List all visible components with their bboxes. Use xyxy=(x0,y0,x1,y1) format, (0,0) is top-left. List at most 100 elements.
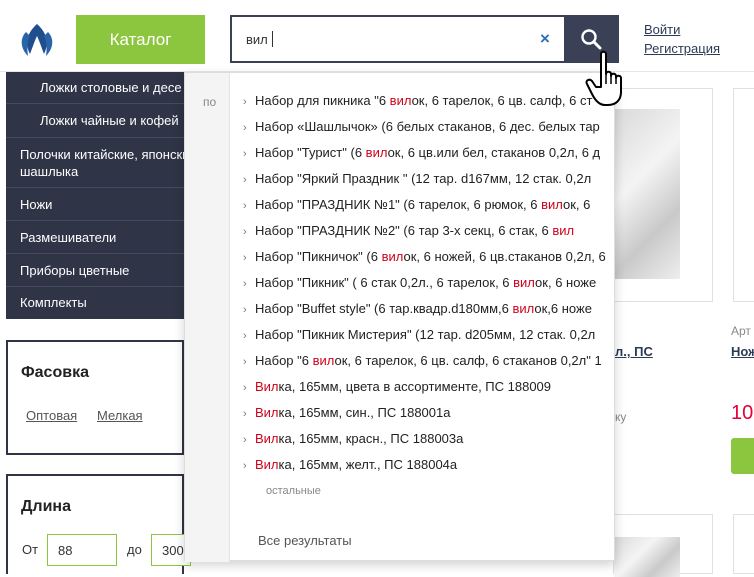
suggestion-item[interactable]: › Вилка, 165мм, син., ПС 188001а xyxy=(243,405,615,427)
suggestion-match-highlight: Вил xyxy=(255,431,279,446)
suggestion-match-highlight: Вил xyxy=(255,457,279,472)
suggestion-item[interactable]: › Набор "Турист" (6 вилок, 6 цв.или бел, … xyxy=(243,145,615,167)
chevron-right-icon: › xyxy=(243,226,247,238)
filter-packing-title: Фасовка xyxy=(21,364,89,381)
suggestion-item[interactable]: › Вилка, 165мм, желт., ПС 188004а xyxy=(243,457,615,479)
suggestion-item[interactable]: › Набор "Пикник Мистерия" (12 тар. d205мм… xyxy=(243,327,615,349)
suggestion-match-highlight: вил xyxy=(541,197,564,212)
suggestion-item[interactable]: › Набор "Buffet style" (6 тар.квадр.d180м… xyxy=(243,301,615,323)
suggestion-text: ка, 165мм, цвета в ассортименте, ПС 1880… xyxy=(278,379,552,394)
suggestion-text: Набор "6 xyxy=(255,353,313,368)
menu-item-stirrers[interactable]: Размешиватели xyxy=(6,221,184,254)
all-results-link[interactable]: Все результаты xyxy=(258,533,352,548)
article-label-fragment: Арт xyxy=(731,324,751,338)
auth-links: Войти Регистрация xyxy=(644,20,720,58)
product-card[interactable] xyxy=(613,514,713,577)
product-card[interactable] xyxy=(613,88,713,302)
chevron-right-icon: › xyxy=(243,434,247,446)
suggestion-match-highlight: вил xyxy=(365,145,388,160)
login-link[interactable]: Войти xyxy=(644,20,720,39)
search-bar: вил × xyxy=(230,15,619,63)
chevron-right-icon: › xyxy=(243,330,247,342)
suggestion-text: Набор "Пикник Мистерия" (12 тар. d205мм,… xyxy=(255,327,596,342)
suggestion-text: ок,6 ноже xyxy=(534,301,592,316)
chevron-right-icon: › xyxy=(243,460,247,472)
suggestion-item[interactable]: › Вилка, 165мм, красн., ПС 188003а xyxy=(243,431,615,453)
suggestion-item[interactable]: › Вилка, 165мм, цвета в ассортименте, ПС … xyxy=(243,379,615,401)
availability-note-fragment: ку xyxy=(615,410,627,424)
filter-option-wholesale[interactable]: Оптовая xyxy=(26,408,77,423)
menu-item-sets[interactable]: Комплекты xyxy=(6,287,184,319)
product-card[interactable] xyxy=(733,88,754,302)
pointer-hand-cursor xyxy=(585,50,622,106)
suggestion-item[interactable]: › Набор «Шашлычок» (6 белых стаканов, 6 д… xyxy=(243,119,615,141)
suggestion-text: Набор для пикника "6 xyxy=(255,93,390,108)
chevron-right-icon: › xyxy=(243,304,247,316)
suggestion-text: ок, 6 тарелок, 6 цв. салф, 6 ст xyxy=(411,93,593,108)
search-input[interactable]: вил xyxy=(232,17,562,61)
add-to-cart-button[interactable] xyxy=(731,438,754,474)
chevron-right-icon: › xyxy=(243,174,247,186)
suggestion-text: Набор "Buffet style" (6 тар.квадр.d180мм… xyxy=(255,301,513,316)
menu-item-chopsticks-line1: Полочки китайские, японски xyxy=(20,147,184,162)
suggestion-text: ка, 165мм, желт., ПС 188004а xyxy=(278,457,458,472)
suggestion-text: ок, 6 цв.или бел, стаканов 0,2л, 6 д xyxy=(387,145,601,160)
brand-logo[interactable] xyxy=(18,22,56,60)
suggestion-text: Набор "Яркий Праздник " (12 тар. d167мм,… xyxy=(255,171,592,186)
chevron-right-icon: › xyxy=(243,96,247,108)
product-card[interactable] xyxy=(733,514,754,574)
menu-item-chopsticks-line2: шашлыка xyxy=(20,164,79,179)
product-link-fragment[interactable]: л., ПС xyxy=(615,344,653,359)
suggestion-text: ок, 6 тарелок, 6 цв. салф, 6 стаканов 0,… xyxy=(334,353,602,368)
suggestions-more-label[interactable]: остальные xyxy=(266,485,321,497)
menu-item-teaspoons[interactable]: Ложки чайные и кофей xyxy=(6,104,184,138)
suggestion-item[interactable]: › Набор "Пикник" ( 6 стак 0,2л., 6 тарело… xyxy=(243,275,615,297)
product-image xyxy=(614,537,680,577)
search-icon xyxy=(580,29,601,50)
suggestion-item[interactable]: › Набор "Пикничок" (6 вилок, 6 ножей, 6 ц… xyxy=(243,249,615,271)
range-from-input[interactable]: 88 xyxy=(47,534,117,566)
range-to-label: до xyxy=(127,542,142,557)
suggestion-item[interactable]: › Набор "ПРАЗДНИК №1" (6 тарелок, 6 рюмок… xyxy=(243,197,615,219)
suggestion-text: ка, 165мм, красн., ПС 188003а xyxy=(278,431,464,446)
register-link[interactable]: Регистрация xyxy=(644,39,720,58)
suggestion-match-highlight: вил xyxy=(552,223,575,238)
range-from-label: От xyxy=(22,542,39,557)
filter-length-title: Длина xyxy=(21,498,71,515)
product-name-fragment[interactable]: Нож xyxy=(731,344,754,359)
suggestion-match-highlight: вил xyxy=(512,301,535,316)
chevron-right-icon: › xyxy=(243,252,247,264)
chevron-right-icon: › xyxy=(243,122,247,134)
menu-item-colored-cutlery[interactable]: Приборы цветные xyxy=(6,254,184,287)
suggestion-item[interactable]: › Набор "6 вилок, 6 тарелок, 6 цв. салф, … xyxy=(243,353,615,375)
suggestion-item[interactable]: › Набор для пикника "6 вилок, 6 тарелок, … xyxy=(243,93,615,115)
menu-item-knives[interactable]: Ножи xyxy=(6,188,184,221)
menu-item-tablespoons[interactable]: Ложки столовые и десе xyxy=(6,72,184,104)
suggestion-text: Набор "ПРАЗДНИК №2" (6 тар 3-х секц, 6 с… xyxy=(255,223,553,238)
chevron-right-icon: › xyxy=(243,356,247,368)
suggestions-category-label: по xyxy=(203,95,217,109)
price-fragment: 10 xyxy=(731,402,754,424)
suggestion-text: ок, 6 ноже xyxy=(535,275,597,290)
product-grid-background: л., ПС ку Арт Нож 10 xyxy=(613,72,754,577)
suggestion-match-highlight: вил xyxy=(513,275,536,290)
suggestion-text: Набор "ПРАЗДНИК №1" (6 тарелок, 6 рюмок,… xyxy=(255,197,542,212)
suggestion-text: Набор «Шашлычок» (6 белых стаканов, 6 де… xyxy=(255,119,600,134)
suggestion-text: ок, 6 xyxy=(563,197,591,212)
clear-search-icon[interactable]: × xyxy=(540,29,550,49)
text-caret xyxy=(272,31,273,47)
suggestion-match-highlight: вил xyxy=(389,93,412,108)
suggestion-text: Набор "Пикничок" (6 xyxy=(255,249,382,264)
suggestions-category-column: по xyxy=(185,73,230,562)
chevron-right-icon: › xyxy=(243,200,247,212)
filter-length: Длина От 88 до 300 xyxy=(6,474,191,574)
suggestion-item[interactable]: › Набор "Яркий Праздник " (12 тар. d167мм… xyxy=(243,171,615,193)
catalog-button[interactable]: Каталог xyxy=(76,15,205,64)
chevron-right-icon: › xyxy=(243,148,247,160)
filter-option-retail[interactable]: Мелкая xyxy=(97,408,143,423)
menu-item-chopsticks[interactable]: Полочки китайские, японски шашлыка xyxy=(6,138,184,188)
suggestion-match-highlight: Вил xyxy=(255,379,279,394)
search-suggestions-dropdown: по › Набор для пикника "6 вилок, 6 тарело… xyxy=(184,72,615,562)
product-image xyxy=(614,109,680,279)
suggestion-item[interactable]: › Набор "ПРАЗДНИК №2" (6 тар 3-х секц, 6 … xyxy=(243,223,615,245)
